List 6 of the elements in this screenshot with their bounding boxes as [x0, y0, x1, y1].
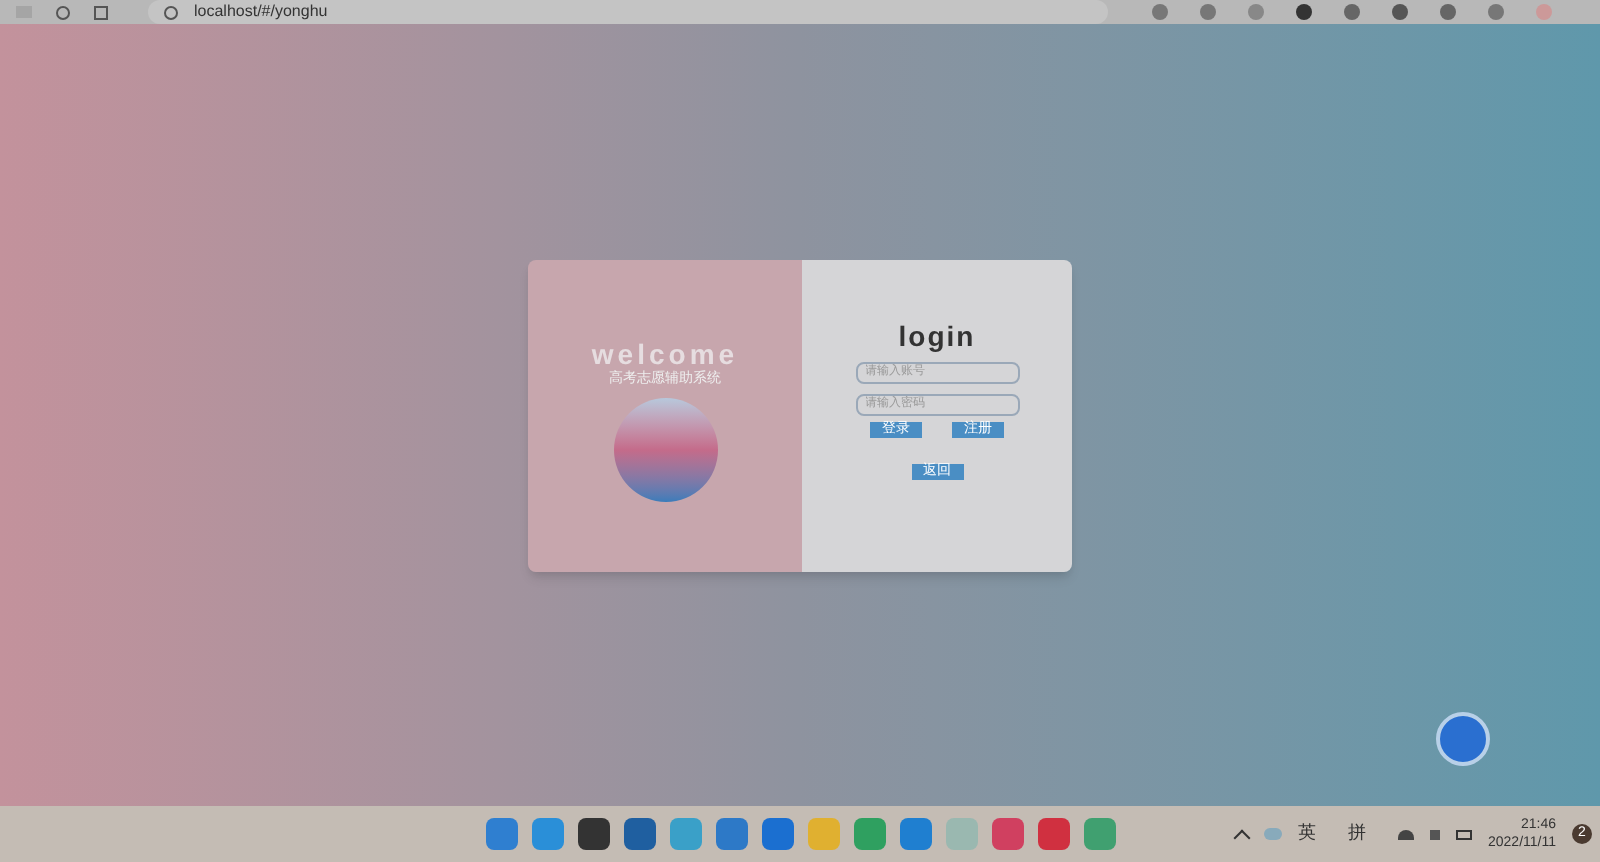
login-title: login — [898, 319, 976, 351]
language-indicator[interactable]: 英 — [1298, 820, 1316, 848]
address-bar[interactable]: localhost/#/yonghu — [148, 0, 1108, 24]
input-method-indicator[interactable]: 拼 — [1348, 820, 1366, 848]
url-text: localhost/#/yonghu — [194, 2, 328, 22]
battery-icon[interactable] — [1456, 829, 1472, 839]
